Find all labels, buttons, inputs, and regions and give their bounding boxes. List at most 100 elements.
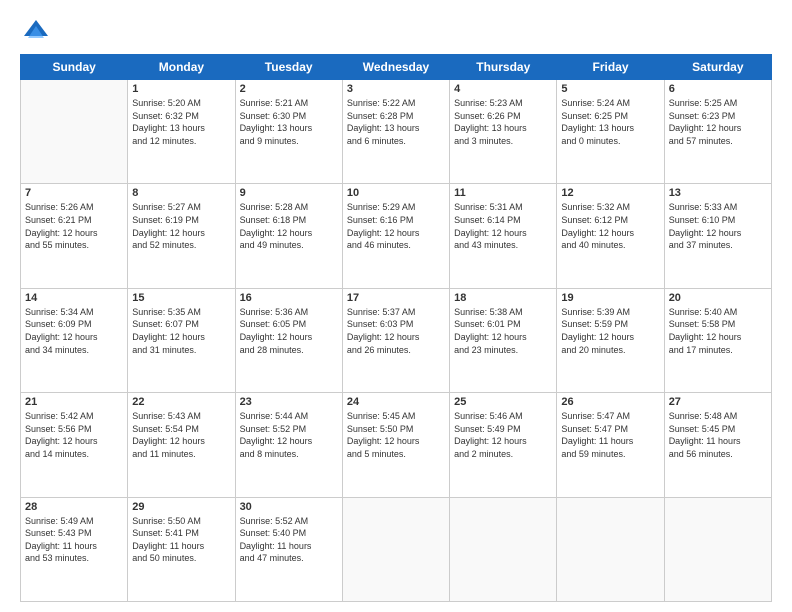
weekday-header-tuesday: Tuesday bbox=[235, 55, 342, 80]
calendar-cell: 3 Sunrise: 5:22 AM Sunset: 6:28 PM Daylig… bbox=[342, 80, 449, 184]
day-info: Sunrise: 5:35 AM Sunset: 6:07 PM Dayligh… bbox=[132, 306, 230, 356]
day-number: 6 bbox=[669, 83, 767, 95]
calendar-cell bbox=[21, 80, 128, 184]
day-number: 23 bbox=[240, 396, 338, 408]
day-info: Sunrise: 5:23 AM Sunset: 6:26 PM Dayligh… bbox=[454, 97, 552, 147]
weekday-header-monday: Monday bbox=[128, 55, 235, 80]
day-info: Sunrise: 5:42 AM Sunset: 5:56 PM Dayligh… bbox=[25, 410, 123, 460]
calendar-cell: 11Sunrise: 5:31 AM Sunset: 6:14 PM Dayli… bbox=[450, 184, 557, 288]
day-info: Sunrise: 5:39 AM Sunset: 5:59 PM Dayligh… bbox=[561, 306, 659, 356]
calendar-cell: 29Sunrise: 5:50 AM Sunset: 5:41 PM Dayli… bbox=[128, 497, 235, 601]
calendar-table: SundayMondayTuesdayWednesdayThursdayFrid… bbox=[20, 54, 772, 602]
calendar-cell: 2 Sunrise: 5:21 AM Sunset: 6:30 PM Daylig… bbox=[235, 80, 342, 184]
day-number: 14 bbox=[25, 292, 123, 304]
day-number: 10 bbox=[347, 187, 445, 199]
day-number: 2 bbox=[240, 83, 338, 95]
day-info: Sunrise: 5:32 AM Sunset: 6:12 PM Dayligh… bbox=[561, 201, 659, 251]
calendar-cell: 6 Sunrise: 5:25 AM Sunset: 6:23 PM Daylig… bbox=[664, 80, 771, 184]
calendar-cell: 5 Sunrise: 5:24 AM Sunset: 6:25 PM Daylig… bbox=[557, 80, 664, 184]
calendar-cell: 13 Sunrise: 5:33 AM Sunset: 6:10 PM Dayli… bbox=[664, 184, 771, 288]
logo-icon bbox=[22, 16, 50, 44]
day-info: Sunrise: 5:36 AM Sunset: 6:05 PM Dayligh… bbox=[240, 306, 338, 356]
day-info: Sunrise: 5:43 AM Sunset: 5:54 PM Dayligh… bbox=[132, 410, 230, 460]
day-info: Sunrise: 5:25 AM Sunset: 6:23 PM Dayligh… bbox=[669, 97, 767, 147]
calendar-cell: 25 Sunrise: 5:46 AM Sunset: 5:49 PM Dayli… bbox=[450, 393, 557, 497]
day-number: 7 bbox=[25, 187, 123, 199]
day-info: Sunrise: 5:47 AM Sunset: 5:47 PM Dayligh… bbox=[561, 410, 659, 460]
calendar-cell: 26 Sunrise: 5:47 AM Sunset: 5:47 PM Dayli… bbox=[557, 393, 664, 497]
week-row-5: 28 Sunrise: 5:49 AM Sunset: 5:43 PM Dayli… bbox=[21, 497, 772, 601]
calendar-cell: 30 Sunrise: 5:52 AM Sunset: 5:40 PM Dayli… bbox=[235, 497, 342, 601]
day-info: Sunrise: 5:21 AM Sunset: 6:30 PM Dayligh… bbox=[240, 97, 338, 147]
week-row-3: 14Sunrise: 5:34 AM Sunset: 6:09 PM Dayli… bbox=[21, 288, 772, 392]
day-number: 11 bbox=[454, 187, 552, 199]
day-number: 17 bbox=[347, 292, 445, 304]
day-info: Sunrise: 5:52 AM Sunset: 5:40 PM Dayligh… bbox=[240, 515, 338, 565]
calendar-cell bbox=[664, 497, 771, 601]
day-info: Sunrise: 5:48 AM Sunset: 5:45 PM Dayligh… bbox=[669, 410, 767, 460]
calendar-cell bbox=[342, 497, 449, 601]
day-info: Sunrise: 5:37 AM Sunset: 6:03 PM Dayligh… bbox=[347, 306, 445, 356]
page: SundayMondayTuesdayWednesdayThursdayFrid… bbox=[0, 0, 792, 612]
day-number: 28 bbox=[25, 501, 123, 513]
day-number: 15 bbox=[132, 292, 230, 304]
day-info: Sunrise: 5:29 AM Sunset: 6:16 PM Dayligh… bbox=[347, 201, 445, 251]
day-info: Sunrise: 5:22 AM Sunset: 6:28 PM Dayligh… bbox=[347, 97, 445, 147]
weekday-header-sunday: Sunday bbox=[21, 55, 128, 80]
day-info: Sunrise: 5:44 AM Sunset: 5:52 PM Dayligh… bbox=[240, 410, 338, 460]
calendar-cell: 10 Sunrise: 5:29 AM Sunset: 6:16 PM Dayli… bbox=[342, 184, 449, 288]
calendar-cell: 20Sunrise: 5:40 AM Sunset: 5:58 PM Dayli… bbox=[664, 288, 771, 392]
weekday-header-row: SundayMondayTuesdayWednesdayThursdayFrid… bbox=[21, 55, 772, 80]
logo bbox=[20, 16, 50, 44]
day-info: Sunrise: 5:26 AM Sunset: 6:21 PM Dayligh… bbox=[25, 201, 123, 251]
week-row-2: 7 Sunrise: 5:26 AM Sunset: 6:21 PM Daylig… bbox=[21, 184, 772, 288]
calendar-cell bbox=[450, 497, 557, 601]
calendar-cell: 24 Sunrise: 5:45 AM Sunset: 5:50 PM Dayli… bbox=[342, 393, 449, 497]
day-number: 13 bbox=[669, 187, 767, 199]
day-number: 22 bbox=[132, 396, 230, 408]
day-number: 26 bbox=[561, 396, 659, 408]
day-info: Sunrise: 5:33 AM Sunset: 6:10 PM Dayligh… bbox=[669, 201, 767, 251]
calendar-cell: 7 Sunrise: 5:26 AM Sunset: 6:21 PM Daylig… bbox=[21, 184, 128, 288]
weekday-header-thursday: Thursday bbox=[450, 55, 557, 80]
calendar-cell: 12 Sunrise: 5:32 AM Sunset: 6:12 PM Dayli… bbox=[557, 184, 664, 288]
calendar-cell: 8 Sunrise: 5:27 AM Sunset: 6:19 PM Daylig… bbox=[128, 184, 235, 288]
day-number: 30 bbox=[240, 501, 338, 513]
calendar-cell: 4 Sunrise: 5:23 AM Sunset: 6:26 PM Daylig… bbox=[450, 80, 557, 184]
week-row-4: 21Sunrise: 5:42 AM Sunset: 5:56 PM Dayli… bbox=[21, 393, 772, 497]
day-number: 12 bbox=[561, 187, 659, 199]
calendar-cell: 14Sunrise: 5:34 AM Sunset: 6:09 PM Dayli… bbox=[21, 288, 128, 392]
calendar-cell: 21Sunrise: 5:42 AM Sunset: 5:56 PM Dayli… bbox=[21, 393, 128, 497]
day-info: Sunrise: 5:38 AM Sunset: 6:01 PM Dayligh… bbox=[454, 306, 552, 356]
day-info: Sunrise: 5:49 AM Sunset: 5:43 PM Dayligh… bbox=[25, 515, 123, 565]
day-info: Sunrise: 5:27 AM Sunset: 6:19 PM Dayligh… bbox=[132, 201, 230, 251]
weekday-header-wednesday: Wednesday bbox=[342, 55, 449, 80]
day-number: 3 bbox=[347, 83, 445, 95]
day-number: 20 bbox=[669, 292, 767, 304]
day-info: Sunrise: 5:46 AM Sunset: 5:49 PM Dayligh… bbox=[454, 410, 552, 460]
day-number: 8 bbox=[132, 187, 230, 199]
calendar-cell: 1 Sunrise: 5:20 AM Sunset: 6:32 PM Daylig… bbox=[128, 80, 235, 184]
calendar-cell: 18 Sunrise: 5:38 AM Sunset: 6:01 PM Dayli… bbox=[450, 288, 557, 392]
day-info: Sunrise: 5:50 AM Sunset: 5:41 PM Dayligh… bbox=[132, 515, 230, 565]
calendar-cell: 19Sunrise: 5:39 AM Sunset: 5:59 PM Dayli… bbox=[557, 288, 664, 392]
weekday-header-saturday: Saturday bbox=[664, 55, 771, 80]
day-number: 1 bbox=[132, 83, 230, 95]
day-info: Sunrise: 5:24 AM Sunset: 6:25 PM Dayligh… bbox=[561, 97, 659, 147]
day-number: 24 bbox=[347, 396, 445, 408]
day-number: 16 bbox=[240, 292, 338, 304]
day-number: 9 bbox=[240, 187, 338, 199]
calendar-cell: 27Sunrise: 5:48 AM Sunset: 5:45 PM Dayli… bbox=[664, 393, 771, 497]
day-info: Sunrise: 5:45 AM Sunset: 5:50 PM Dayligh… bbox=[347, 410, 445, 460]
day-number: 25 bbox=[454, 396, 552, 408]
day-number: 4 bbox=[454, 83, 552, 95]
week-row-1: 1 Sunrise: 5:20 AM Sunset: 6:32 PM Daylig… bbox=[21, 80, 772, 184]
header bbox=[20, 16, 772, 44]
day-info: Sunrise: 5:28 AM Sunset: 6:18 PM Dayligh… bbox=[240, 201, 338, 251]
day-number: 18 bbox=[454, 292, 552, 304]
weekday-header-friday: Friday bbox=[557, 55, 664, 80]
day-info: Sunrise: 5:20 AM Sunset: 6:32 PM Dayligh… bbox=[132, 97, 230, 147]
calendar-cell: 15 Sunrise: 5:35 AM Sunset: 6:07 PM Dayli… bbox=[128, 288, 235, 392]
day-number: 5 bbox=[561, 83, 659, 95]
calendar-cell: 23 Sunrise: 5:44 AM Sunset: 5:52 PM Dayli… bbox=[235, 393, 342, 497]
